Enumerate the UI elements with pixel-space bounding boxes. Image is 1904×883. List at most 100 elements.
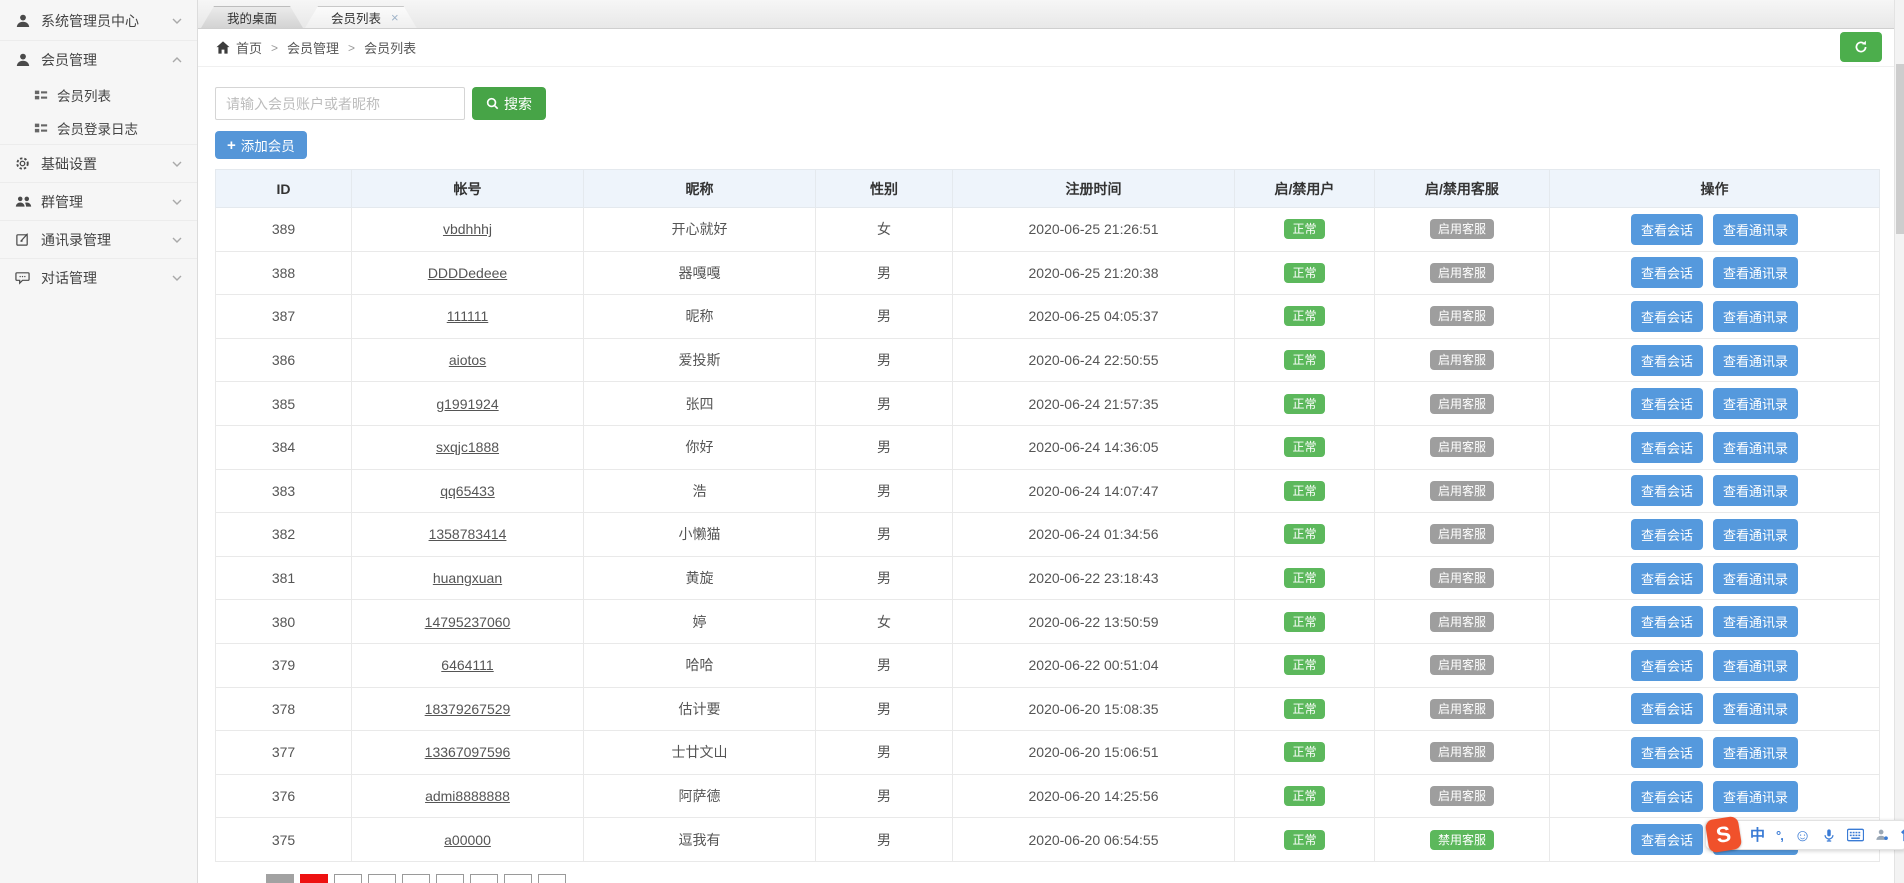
search-input[interactable] — [215, 87, 465, 120]
view-chat-button[interactable]: 查看会话 — [1630, 518, 1703, 550]
user-status-badge[interactable]: 正常 — [1284, 524, 1325, 545]
view-contacts-button[interactable]: 查看通讯录 — [1713, 649, 1799, 681]
user-status-badge[interactable]: 正常 — [1284, 437, 1325, 458]
user-status-badge[interactable]: 正常 — [1284, 393, 1325, 414]
cs-status-badge[interactable]: 启用客服 — [1429, 786, 1494, 807]
breadcrumb-home[interactable]: 首页 — [236, 38, 262, 57]
view-chat-button[interactable]: 查看会话 — [1630, 213, 1703, 245]
sidebar-item-dialog-management[interactable]: 对话管理 — [0, 258, 197, 296]
view-contacts-button[interactable]: 查看通讯录 — [1713, 475, 1799, 507]
view-contacts-button[interactable]: 查看通讯录 — [1713, 780, 1799, 812]
view-chat-button[interactable]: 查看会话 — [1630, 606, 1703, 638]
page-number-button[interactable] — [334, 873, 362, 883]
tab-my-desktop[interactable]: 我的桌面 — [201, 6, 303, 28]
view-chat-button[interactable]: 查看会话 — [1630, 300, 1703, 332]
user-status-badge[interactable]: 正常 — [1284, 655, 1325, 676]
page-number-button[interactable] — [538, 873, 566, 883]
sidebar-item-member-management[interactable]: 会员管理 — [0, 40, 197, 78]
view-contacts-button[interactable]: 查看通讯录 — [1713, 736, 1799, 768]
cs-status-badge[interactable]: 启用客服 — [1429, 480, 1494, 501]
view-chat-button[interactable]: 查看会话 — [1630, 693, 1703, 725]
sidebar-item-group-management[interactable]: 群管理 — [0, 182, 197, 220]
view-contacts-button[interactable]: 查看通讯录 — [1713, 257, 1799, 289]
page-prev-button[interactable] — [266, 873, 294, 883]
view-chat-button[interactable]: 查看会话 — [1630, 649, 1703, 681]
user-status-badge[interactable]: 正常 — [1284, 568, 1325, 589]
breadcrumb-member-list[interactable]: 会员列表 — [364, 38, 416, 57]
vertical-scrollbar[interactable] — [1894, 0, 1904, 883]
account-link[interactable]: vbdhhhj — [443, 221, 492, 237]
page-number-button[interactable] — [504, 873, 532, 883]
sidebar-item-member-list[interactable]: 会员列表 — [0, 78, 197, 111]
view-chat-button[interactable]: 查看会话 — [1630, 475, 1703, 507]
emoji-icon[interactable]: ☺ — [1794, 827, 1811, 844]
user-status-badge[interactable]: 正常 — [1284, 219, 1325, 240]
account-link[interactable]: sxqjc1888 — [436, 439, 499, 455]
account-link[interactable]: DDDDedeee — [428, 265, 507, 281]
account-link[interactable]: admi8888888 — [425, 788, 510, 804]
view-chat-button[interactable]: 查看会话 — [1630, 736, 1703, 768]
ime-language-mode[interactable]: 中 — [1750, 828, 1765, 843]
view-contacts-button[interactable]: 查看通讯录 — [1713, 213, 1799, 245]
ime-punctuation-icon[interactable]: °, — [1776, 829, 1784, 842]
page-number-button[interactable] — [368, 873, 396, 883]
cs-status-badge[interactable]: 启用客服 — [1429, 350, 1494, 371]
cs-status-badge[interactable]: 启用客服 — [1429, 393, 1494, 414]
sidebar-item-member-login-log[interactable]: 会员登录日志 — [0, 111, 197, 144]
user-status-badge[interactable]: 正常 — [1284, 786, 1325, 807]
breadcrumb-member-management[interactable]: 会员管理 — [287, 38, 339, 57]
sidebar-item-basic-settings[interactable]: 基础设置 — [0, 144, 197, 182]
view-chat-button[interactable]: 查看会话 — [1630, 431, 1703, 463]
sidebar-item-contacts-management[interactable]: 通讯录管理 — [0, 220, 197, 258]
view-chat-button[interactable]: 查看会话 — [1630, 388, 1703, 420]
account-link[interactable]: 18379267529 — [425, 701, 511, 717]
cs-status-badge[interactable]: 启用客服 — [1429, 262, 1494, 283]
cs-status-badge[interactable]: 禁用客服 — [1429, 829, 1494, 850]
cs-status-badge[interactable]: 启用客服 — [1429, 742, 1494, 763]
skin-shirt-icon[interactable] — [1900, 828, 1904, 842]
user-status-badge[interactable]: 正常 — [1284, 698, 1325, 719]
refresh-button[interactable] — [1840, 32, 1882, 62]
close-icon[interactable]: × — [391, 11, 399, 24]
account-link[interactable]: huangxuan — [433, 570, 502, 586]
cs-status-badge[interactable]: 启用客服 — [1429, 219, 1494, 240]
view-contacts-button[interactable]: 查看通讯录 — [1713, 606, 1799, 638]
cs-status-badge[interactable]: 启用客服 — [1429, 611, 1494, 632]
account-link[interactable]: qq65433 — [440, 483, 495, 499]
view-contacts-button[interactable]: 查看通讯录 — [1713, 518, 1799, 550]
user-status-badge[interactable]: 正常 — [1284, 262, 1325, 283]
search-button[interactable]: 搜索 — [472, 87, 546, 120]
page-active-button[interactable] — [300, 873, 328, 883]
user-status-badge[interactable]: 正常 — [1284, 350, 1325, 371]
cs-status-badge[interactable]: 启用客服 — [1429, 437, 1494, 458]
add-member-button[interactable]: + 添加会员 — [215, 131, 307, 159]
account-link[interactable]: aiotos — [449, 352, 486, 368]
user-status-badge[interactable]: 正常 — [1284, 480, 1325, 501]
microphone-icon[interactable] — [1822, 828, 1836, 843]
cs-status-badge[interactable]: 启用客服 — [1429, 306, 1494, 327]
cs-status-badge[interactable]: 启用客服 — [1429, 524, 1494, 545]
page-number-button[interactable] — [436, 873, 464, 883]
account-link[interactable]: a00000 — [444, 832, 491, 848]
view-contacts-button[interactable]: 查看通讯录 — [1713, 300, 1799, 332]
sogou-logo-icon[interactable]: S — [1704, 815, 1743, 854]
view-chat-button[interactable]: 查看会话 — [1630, 562, 1703, 594]
keyboard-icon[interactable] — [1847, 828, 1865, 842]
account-link[interactable]: 13367097596 — [425, 744, 511, 760]
user-status-badge[interactable]: 正常 — [1284, 742, 1325, 763]
view-chat-button[interactable]: 查看会话 — [1630, 257, 1703, 289]
account-link[interactable]: g1991924 — [436, 396, 498, 412]
account-link[interactable]: 111111 — [447, 308, 489, 324]
user-settings-icon[interactable] — [1875, 828, 1889, 842]
page-number-button[interactable] — [470, 873, 498, 883]
view-contacts-button[interactable]: 查看通讯录 — [1713, 431, 1799, 463]
view-chat-button[interactable]: 查看会话 — [1630, 780, 1703, 812]
view-contacts-button[interactable]: 查看通讯录 — [1713, 693, 1799, 725]
account-link[interactable]: 6464111 — [441, 657, 493, 673]
cs-status-badge[interactable]: 启用客服 — [1429, 568, 1494, 589]
account-link[interactable]: 14795237060 — [425, 614, 511, 630]
page-number-button[interactable] — [402, 873, 430, 883]
scrollbar-thumb[interactable] — [1896, 64, 1904, 234]
sidebar-item-system-admin-center[interactable]: 系统管理员中心 — [0, 2, 197, 40]
user-status-badge[interactable]: 正常 — [1284, 306, 1325, 327]
